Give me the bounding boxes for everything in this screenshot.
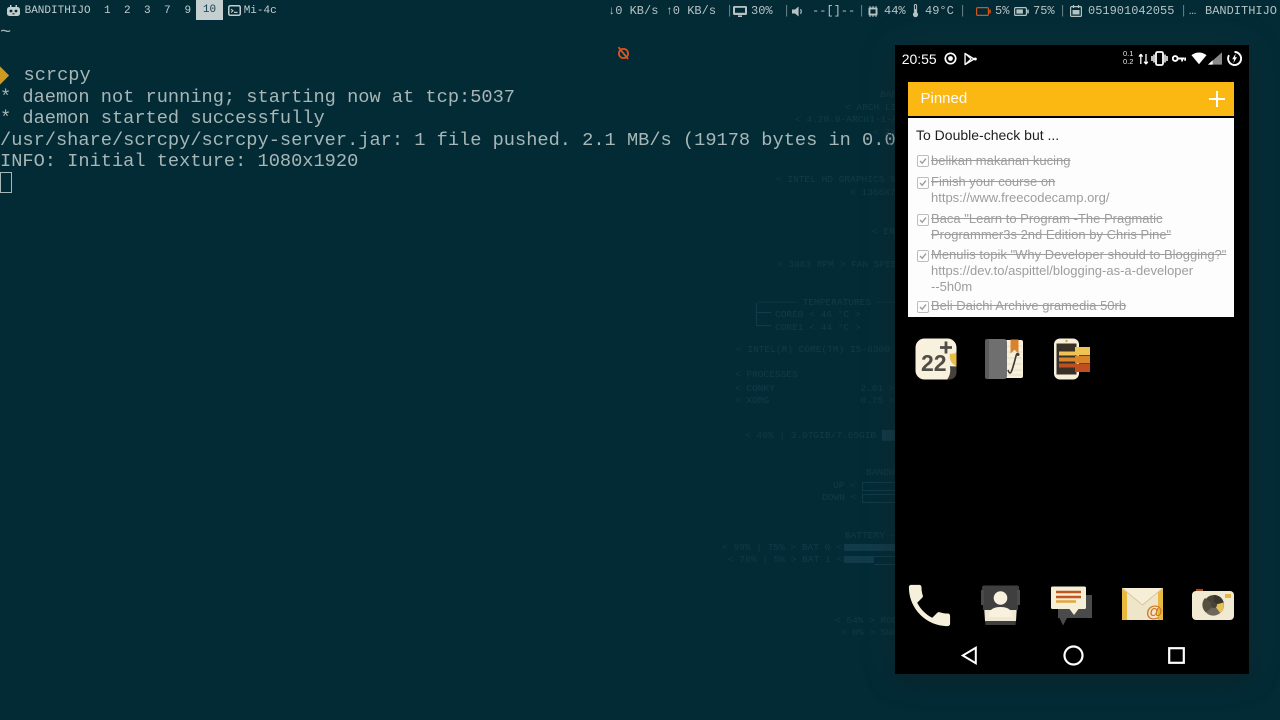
svg-text:22: 22 bbox=[921, 350, 947, 376]
svg-text:@: @ bbox=[1146, 602, 1163, 620]
